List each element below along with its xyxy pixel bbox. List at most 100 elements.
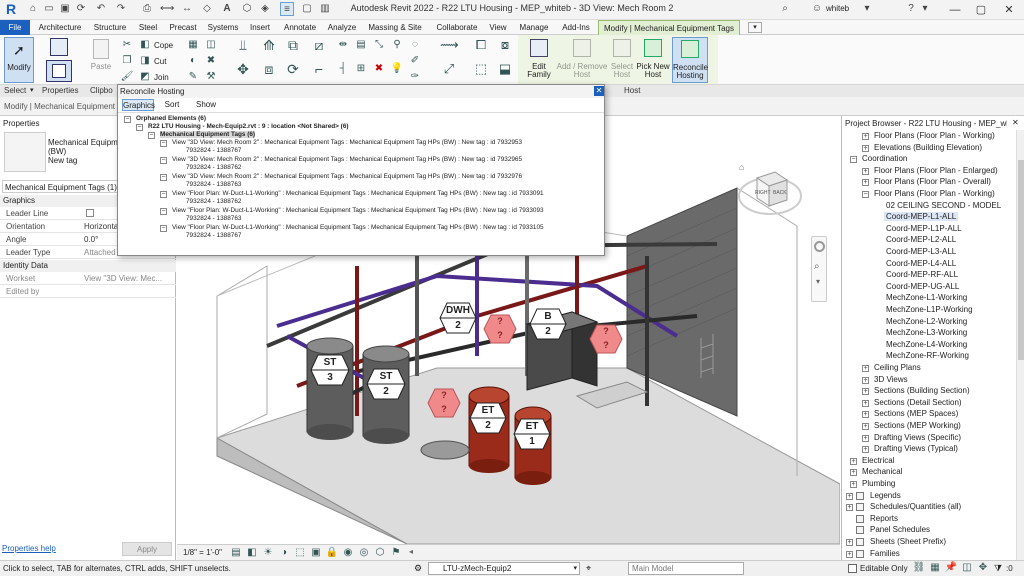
move-icon[interactable]: ✥ [234, 62, 252, 80]
tab-architecture[interactable]: Architecture [34, 20, 86, 35]
hammer-icon[interactable]: ⚒ [204, 70, 218, 84]
browser-item[interactable]: Sections (MEP Spaces) [872, 409, 960, 418]
select-links-icon[interactable]: ⛓ [912, 561, 926, 575]
tag-icon[interactable]: ◇ [200, 2, 214, 16]
tree-node-category[interactable]: Mechanical Equipment Tags (6) [160, 131, 256, 138]
array-icon[interactable]: ▤ [354, 38, 368, 52]
equipment-tag-et1[interactable]: ET 1 [513, 418, 551, 450]
user-icon[interactable]: ☺ [810, 2, 824, 16]
linework-pen-icon[interactable]: ✑ [408, 70, 422, 84]
browser-item[interactable]: Coord-MEP-L4-ALL [884, 259, 958, 268]
cut-label[interactable]: Cut [154, 57, 166, 66]
panel-select[interactable]: Select [4, 86, 26, 95]
create-group-icon[interactable]: ⧇ [496, 38, 514, 56]
wall-joins-icon[interactable]: ▦ [186, 38, 200, 52]
browser-item[interactable]: Floor Plans (Floor Plan - Overall) [872, 177, 993, 186]
modify-button[interactable]: ➚ Modify [4, 37, 34, 83]
linework-icon[interactable]: ✎ [186, 70, 200, 84]
sync-icon[interactable]: ⟳ [74, 2, 88, 16]
browser-expand-toggle[interactable]: + [862, 179, 869, 187]
scrollbar-thumb[interactable] [1018, 160, 1024, 360]
open-icon[interactable]: ▭ [42, 2, 56, 16]
browser-expand-toggle[interactable]: + [862, 411, 869, 419]
maximize-button[interactable]: ▢ [970, 2, 992, 18]
collapse-toggle[interactable]: − [160, 140, 167, 147]
browser-item[interactable]: Electrical [860, 456, 896, 465]
browser-expand-toggle[interactable]: + [862, 144, 869, 152]
browser-item[interactable]: Floor Plans (Floor Plan - Working) [872, 131, 997, 140]
browser-expand-toggle[interactable]: − [862, 191, 869, 198]
offset-icon[interactable]: ⟰ [260, 38, 278, 56]
rotate-icon[interactable]: ⟳ [284, 62, 302, 80]
select-pinned-icon[interactable]: 📌 [944, 561, 958, 575]
scale-icon[interactable]: ⤡ [372, 38, 386, 52]
equipment-tag-st3[interactable]: ST 3 [310, 354, 350, 386]
browser-item[interactable]: Coord-MEP-L1P-ALL [884, 224, 964, 233]
workset-dropdown[interactable]: LTU-zMech-Equip2 ▾ [428, 562, 580, 575]
tree-node-host-id[interactable]: 7932824 - 1388762 [186, 198, 241, 205]
browser-item[interactable]: Sections (Building Section) [872, 386, 972, 395]
measure-tool-icon[interactable]: ⟿ [440, 38, 459, 56]
browser-expand-toggle[interactable]: + [846, 492, 853, 500]
browser-item[interactable]: Families [868, 549, 902, 558]
reconcile-hosting-dialog[interactable]: Reconcile Hosting ✕ Graphics Sort Show −… [117, 84, 605, 256]
browser-item[interactable]: Coord-MEP-L1-ALL [884, 212, 959, 222]
print-icon[interactable]: ⎙ [140, 2, 154, 16]
browser-item[interactable]: Sheets (Sheet Prefix) [868, 537, 948, 546]
browser-item[interactable]: 02 CEILING SECOND - MODEL [884, 201, 1003, 210]
cope-icon[interactable]: ◧ [138, 38, 152, 52]
browser-item[interactable]: Coord-MEP-UG-ALL [884, 282, 961, 291]
browser-expand-toggle[interactable]: + [850, 457, 857, 465]
browser-item[interactable]: Coord-MEP-L3-ALL [884, 247, 958, 256]
browser-expand-toggle[interactable]: + [862, 388, 869, 396]
view-cube-home-icon[interactable]: ⌂ [739, 162, 744, 172]
browser-item[interactable]: Floor Plans (Floor Plan - Enlarged) [872, 166, 1000, 175]
tree-node-tag[interactable]: View "Floor Plan: W-Duct-L1-Working" : M… [172, 224, 544, 231]
show-crop-icon[interactable]: ▣ [309, 546, 323, 560]
cut-geometry-icon[interactable]: ◨ [138, 54, 152, 68]
visual-style-icon[interactable]: ◧ [245, 546, 259, 560]
equipment-tag-st2[interactable]: ST 2 [366, 368, 406, 400]
join-icon[interactable]: ◩ [138, 70, 152, 84]
shadows-icon[interactable]: ◑ [277, 546, 291, 560]
steering-wheel-icon[interactable] [814, 241, 825, 252]
browser-item[interactable]: Drafting Views (Specific) [872, 433, 963, 442]
browser-item[interactable]: Drafting Views (Typical) [872, 444, 960, 453]
tree-node-host-id[interactable]: 7932824 - 1388767 [186, 232, 241, 239]
tree-node-tag[interactable]: View "3D View: Mech Room 2" : Mechanical… [172, 173, 522, 180]
pick-new-host-button[interactable]: Pick New Host [636, 37, 670, 83]
filter-icon[interactable]: ⧩ [994, 563, 1002, 574]
browser-item[interactable]: MechZone-L3-Working [884, 328, 969, 337]
tab-collaborate[interactable]: Collaborate [432, 20, 482, 35]
worksharing-display-icon[interactable]: ⬡ [373, 546, 387, 560]
help-dropdown-icon[interactable]: ▾ [918, 2, 932, 16]
detail-level-icon[interactable]: ▤ [229, 546, 243, 560]
tab-add-ins[interactable]: Add-Ins [558, 20, 594, 35]
sun-path-icon[interactable]: ☀ [261, 546, 275, 560]
drag-elements-icon[interactable]: ✥ [976, 561, 990, 575]
text-icon[interactable]: A [220, 2, 234, 16]
tree-node-tag[interactable]: View "3D View: Mech Room 2" : Mechanical… [172, 156, 522, 163]
tab-systems[interactable]: Systems [204, 20, 242, 35]
browser-item[interactable]: MechZone-L1P-Working [884, 305, 975, 314]
tree-node-orphaned[interactable]: Orphaned Elements (6) [136, 115, 206, 122]
tab-graphics[interactable]: Graphics [122, 99, 155, 111]
tab-steel[interactable]: Steel [134, 20, 162, 35]
binoculars-icon[interactable]: ⌕ [778, 2, 792, 16]
chevron-down-icon[interactable]: ▾ [860, 2, 874, 16]
lock-view-icon[interactable]: 🔒 [325, 546, 339, 560]
paste-button[interactable]: Paste [88, 37, 114, 81]
browser-item[interactable]: Legends [868, 491, 903, 500]
orphaned-tag-1[interactable]: ? ? [483, 314, 517, 344]
tree-node-tag[interactable]: View "Floor Plan: W-Duct-L1-Working" : M… [172, 190, 544, 197]
undo-icon[interactable]: ↶ [94, 2, 108, 16]
properties-toggle-button[interactable] [46, 60, 72, 82]
help-icon[interactable]: ? [904, 2, 918, 16]
collapse-toggle[interactable]: − [160, 157, 167, 164]
apply-button[interactable]: Apply [122, 542, 172, 556]
tab-insert[interactable]: Insert [246, 20, 274, 35]
browser-expand-toggle[interactable]: + [846, 539, 853, 546]
tab-manage[interactable]: Manage [516, 20, 552, 35]
temp-hide-icon[interactable]: ◉ [341, 546, 355, 560]
copy-icon[interactable]: ❐ [120, 54, 134, 68]
